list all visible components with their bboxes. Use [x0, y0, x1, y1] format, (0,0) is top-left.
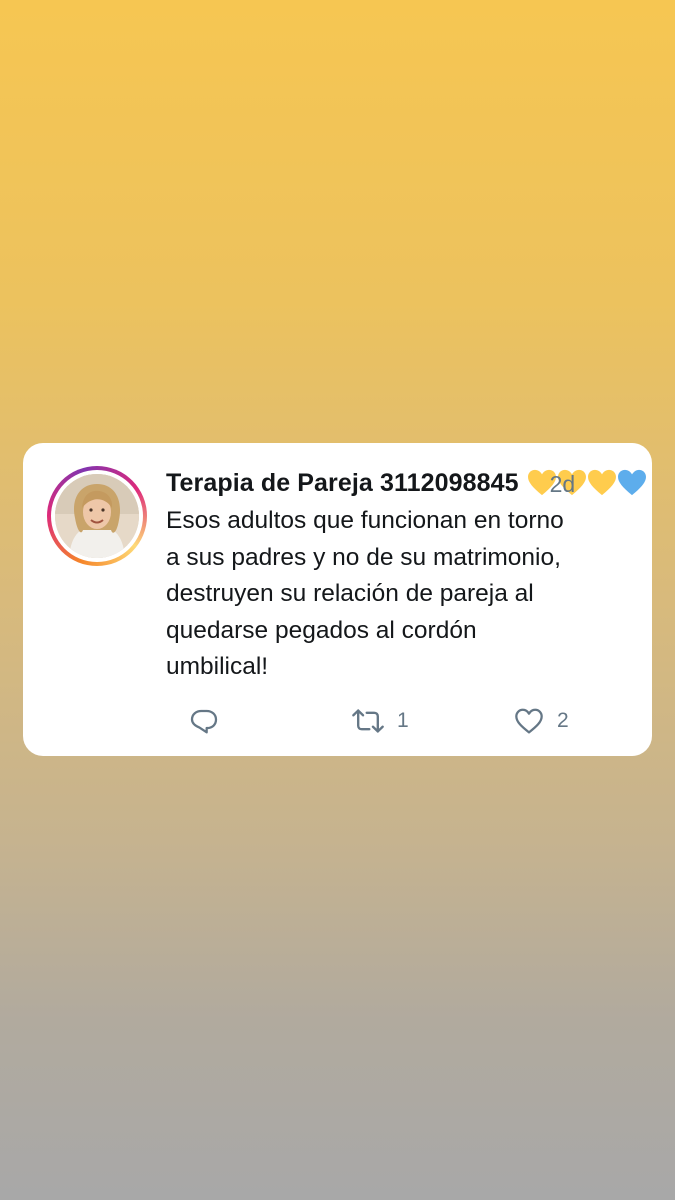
like-count: 2 — [557, 709, 569, 732]
retweet-button[interactable]: 1 — [351, 701, 409, 741]
reply-button[interactable] — [188, 701, 220, 741]
retweet-icon — [352, 709, 384, 733]
avatar-photo-icon — [55, 474, 139, 558]
tweet-card[interactable]: Terapia de Pareja 3112098845 2d Esos adu… — [23, 443, 652, 756]
author-name[interactable]: Terapia de Pareja 3112098845 — [166, 469, 519, 498]
heart-icon — [515, 708, 543, 734]
avatar[interactable] — [55, 474, 139, 558]
avatar-story-ring[interactable] — [47, 466, 147, 566]
story-background: { "tweet": { "author_name": "Terapia de … — [0, 0, 675, 1200]
name-emoji-group: 2d — [527, 468, 647, 498]
blue-heart-icon — [617, 469, 646, 496]
timestamp[interactable]: 2d — [550, 471, 576, 498]
retweet-count: 1 — [397, 709, 409, 732]
tweet-header: Terapia de Pareja 3112098845 2d — [166, 465, 647, 501]
yellow-heart-icon — [587, 469, 616, 496]
like-button[interactable]: 2 — [513, 701, 569, 741]
tweet-text: Esos adultos que funcionan en torno a su… — [166, 507, 564, 680]
tweet-actions: 1 2 — [166, 701, 626, 741]
reply-icon — [190, 709, 218, 734]
